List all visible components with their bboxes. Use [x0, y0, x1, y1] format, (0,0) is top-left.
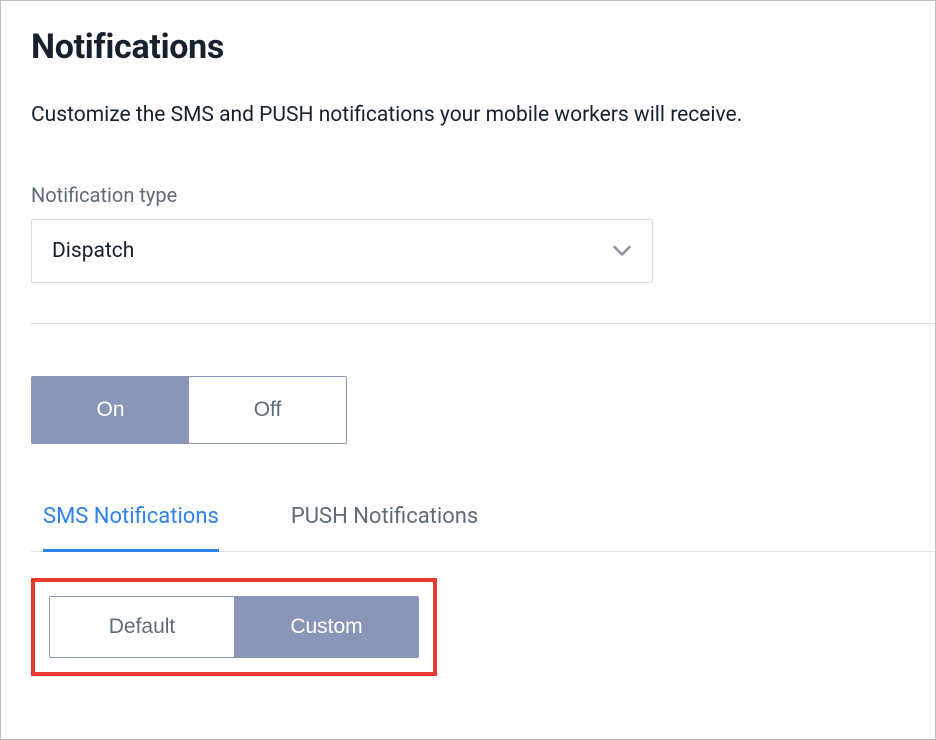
page-description: Customize the SMS and PUSH notifications… — [31, 103, 905, 127]
notification-type-label: Notification type — [31, 183, 905, 207]
page-title: Notifications — [31, 27, 905, 67]
notification-type-value: Dispatch — [52, 239, 134, 263]
notification-tabs: SMS Notifications PUSH Notifications — [31, 504, 935, 552]
tab-push-notifications[interactable]: PUSH Notifications — [291, 504, 478, 552]
toggle-on-button[interactable]: On — [32, 377, 189, 443]
default-custom-toggle: Default Custom — [49, 596, 419, 658]
notification-type-select[interactable]: Dispatch — [31, 219, 653, 283]
mode-custom-button[interactable]: Custom — [234, 596, 419, 658]
on-off-toggle: On Off — [31, 376, 347, 444]
divider — [30, 323, 935, 324]
tab-sms-notifications[interactable]: SMS Notifications — [43, 504, 219, 552]
mode-highlight: Default Custom — [31, 578, 437, 676]
mode-default-button[interactable]: Default — [49, 596, 234, 658]
toggle-off-button[interactable]: Off — [189, 377, 346, 443]
